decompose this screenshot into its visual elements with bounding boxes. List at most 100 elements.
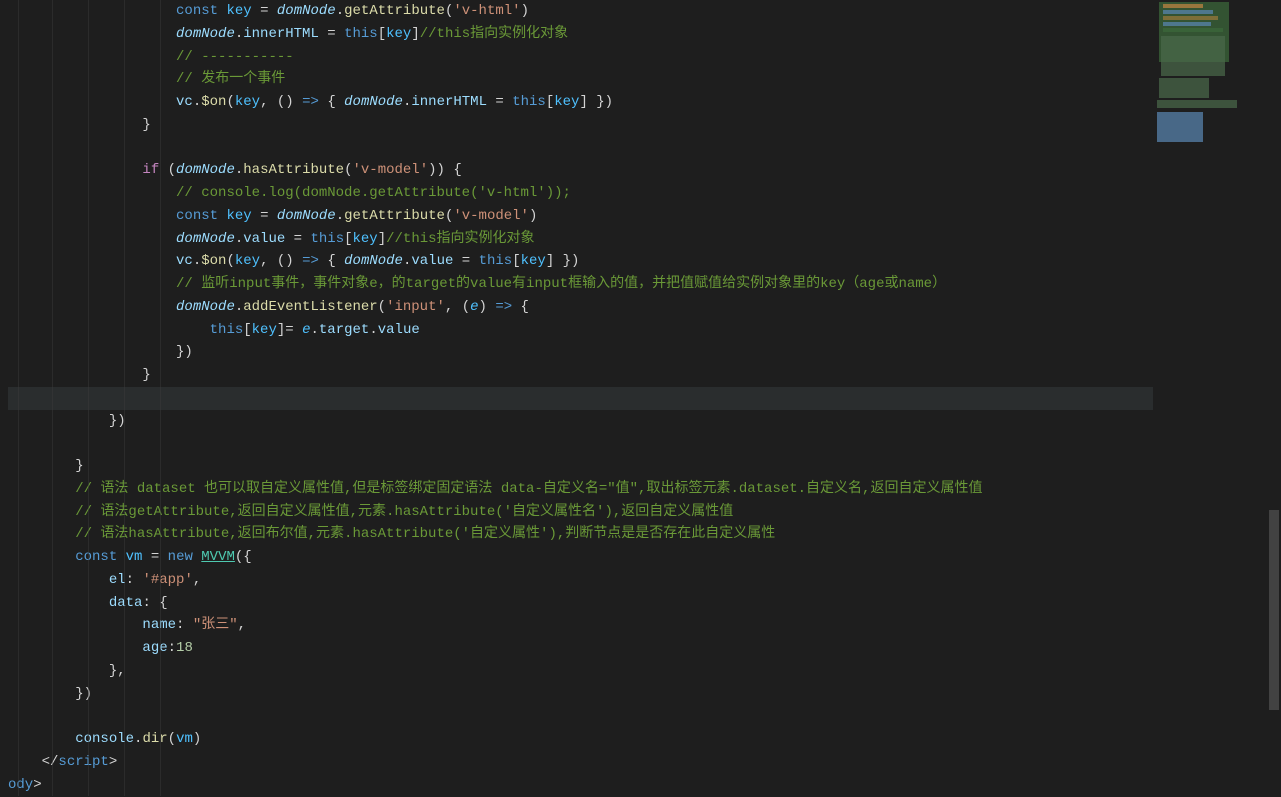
minimap-region: [1163, 4, 1203, 8]
code-token: //this指向实例化对象: [386, 231, 534, 247]
code-line[interactable]: // 语法 dataset 也可以取自定义属性值,但是标签绑定固定语法 data…: [8, 478, 1153, 501]
code-line[interactable]: </script>: [8, 751, 1153, 774]
code-token: }: [142, 117, 150, 133]
code-token: domNode: [176, 231, 235, 247]
minimap[interactable]: [1153, 0, 1267, 797]
code-token: ): [529, 208, 537, 224]
code-line[interactable]: const key = domNode.getAttribute('v-mode…: [8, 205, 1153, 228]
code-token: this: [210, 322, 244, 338]
code-token: (: [378, 299, 386, 315]
code-line[interactable]: }): [8, 410, 1153, 433]
code-token: console: [75, 731, 134, 747]
code-line[interactable]: }: [8, 114, 1153, 137]
code-token: =>: [302, 94, 319, 110]
code-line[interactable]: age:18: [8, 637, 1153, 660]
code-token: =: [285, 231, 310, 247]
code-token: "张三": [193, 617, 238, 633]
code-line[interactable]: domNode.innerHTML = this[key]//this指向实例化…: [8, 23, 1153, 46]
code-line[interactable]: if (domNode.hasAttribute('v-model')) {: [8, 159, 1153, 182]
code-token: script: [58, 754, 108, 770]
code-line[interactable]: [8, 387, 1153, 410]
code-token: [: [546, 94, 554, 110]
code-token: =: [453, 253, 478, 269]
code-line[interactable]: domNode.value = this[key]//this指向实例化对象: [8, 228, 1153, 251]
code-line[interactable]: }: [8, 455, 1153, 478]
code-line[interactable]: [8, 137, 1153, 160]
code-token: value: [378, 322, 420, 338]
code-token: :: [126, 572, 143, 588]
code-token: value: [243, 231, 285, 247]
code-line[interactable]: name: "张三",: [8, 614, 1153, 637]
code-token: new: [168, 549, 202, 565]
code-line[interactable]: [8, 705, 1153, 728]
code-token: .: [235, 26, 243, 42]
code-line[interactable]: console.dir(vm): [8, 728, 1153, 751]
code-token: ody: [8, 777, 33, 793]
code-line[interactable]: }: [8, 364, 1153, 387]
code-token: .: [235, 231, 243, 247]
code-token: .: [369, 322, 377, 338]
vertical-scrollbar[interactable]: [1267, 0, 1281, 797]
code-token: ]: [378, 231, 386, 247]
code-token: {: [512, 299, 529, 315]
code-area[interactable]: const key = domNode.getAttribute('v-html…: [8, 0, 1153, 796]
code-token: hasAttribute: [243, 162, 344, 178]
code-token: // 语法hasAttribute,返回布尔值,元素.hasAttribute(…: [75, 526, 775, 542]
code-token: this: [479, 253, 513, 269]
code-token: target: [319, 322, 369, 338]
code-token: .: [311, 322, 319, 338]
code-line[interactable]: ody>: [8, 774, 1153, 797]
indent-guide: [52, 0, 53, 796]
code-token: '#app': [142, 572, 192, 588]
minimap-region: [1163, 16, 1218, 20]
code-token: domNode: [277, 3, 336, 19]
code-line[interactable]: vc.$on(key, () => { domNode.value = this…: [8, 250, 1153, 273]
code-token: [: [344, 231, 352, 247]
code-token: }): [176, 344, 193, 360]
code-token: key: [353, 231, 378, 247]
code-token: .: [235, 299, 243, 315]
code-token: const: [176, 3, 226, 19]
code-line[interactable]: data: {: [8, 592, 1153, 615]
code-token: }: [142, 367, 150, 383]
code-token: this: [344, 26, 378, 42]
code-editor[interactable]: const key = domNode.getAttribute('v-html…: [0, 0, 1153, 797]
code-token: domNode: [176, 299, 235, 315]
code-token: .: [193, 253, 201, 269]
code-token: .: [193, 94, 201, 110]
minimap-region: [1159, 78, 1209, 98]
code-token: , (): [260, 94, 302, 110]
code-line[interactable]: }): [8, 341, 1153, 364]
code-token: , (: [445, 299, 470, 315]
code-line[interactable]: // 语法hasAttribute,返回布尔值,元素.hasAttribute(…: [8, 523, 1153, 546]
code-line[interactable]: const key = domNode.getAttribute('v-html…: [8, 0, 1153, 23]
code-token: age: [142, 640, 167, 656]
code-line[interactable]: const vm = new MVVM({: [8, 546, 1153, 569]
code-token: // -----------: [176, 49, 294, 65]
code-line[interactable]: // 语法getAttribute,返回自定义属性值,元素.hasAttribu…: [8, 501, 1153, 524]
code-line[interactable]: // console.log(domNode.getAttribute('v-h…: [8, 182, 1153, 205]
code-token: ): [521, 3, 529, 19]
code-line[interactable]: // -----------: [8, 46, 1153, 69]
code-line[interactable]: // 发布一个事件: [8, 68, 1153, 91]
code-line[interactable]: this[key]= e.target.value: [8, 319, 1153, 342]
code-token: 'input': [386, 299, 445, 315]
code-line[interactable]: // 监听input事件，事件对象e，的target的value有input框输…: [8, 273, 1153, 296]
code-token: getAttribute: [344, 208, 445, 224]
code-line[interactable]: el: '#app',: [8, 569, 1153, 592]
code-token: ] }): [546, 253, 580, 269]
code-line[interactable]: [8, 432, 1153, 455]
minimap-region: [1157, 112, 1203, 142]
code-line[interactable]: }): [8, 683, 1153, 706]
code-token: =: [252, 208, 277, 224]
code-token: ]: [411, 26, 419, 42]
code-line[interactable]: domNode.addEventListener('input', (e) =>…: [8, 296, 1153, 319]
code-token: }): [75, 686, 92, 702]
code-token: key: [554, 94, 579, 110]
code-line[interactable]: vc.$on(key, () => { domNode.innerHTML = …: [8, 91, 1153, 114]
code-line[interactable]: },: [8, 660, 1153, 683]
code-token: const: [176, 208, 226, 224]
code-token: [: [243, 322, 251, 338]
indent-guide: [160, 0, 161, 796]
scrollbar-thumb[interactable]: [1269, 510, 1279, 710]
